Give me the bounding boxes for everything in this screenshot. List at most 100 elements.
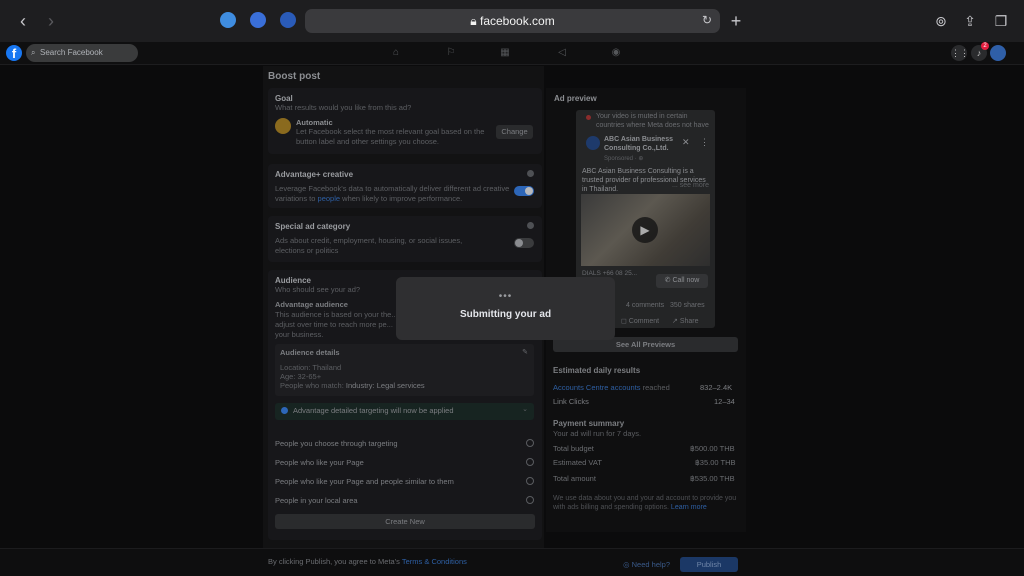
automatic-goal-icon <box>275 118 291 134</box>
comments-count: 4 comments <box>626 302 665 309</box>
page-avatar <box>586 136 600 150</box>
footer-bar: By clicking Publish, you agree to Meta's… <box>0 548 1024 576</box>
lock-icon: 🔒︎ <box>470 14 480 28</box>
edit-icon[interactable]: ✎ <box>522 348 528 356</box>
ad-video[interactable]: ▶ <box>581 194 710 266</box>
special-category-toggle[interactable] <box>514 238 534 248</box>
avatar[interactable] <box>990 45 1006 61</box>
marketplace-icon[interactable]: ◉ <box>609 46 623 60</box>
goal-heading: Goal <box>275 94 293 103</box>
estimates-heading: Estimated daily results <box>553 366 641 375</box>
submitting-text: Submitting your ad <box>459 309 552 320</box>
comment-button[interactable]: ◻ Comment <box>621 317 659 325</box>
moon-extension-icon[interactable] <box>280 12 296 28</box>
home-icon[interactable]: ⌂ <box>389 46 403 60</box>
close-icon[interactable]: ✕ <box>682 137 690 148</box>
flag-icon[interactable]: ⚐ <box>444 46 458 60</box>
reach-suffix: reached <box>642 383 670 392</box>
help-icon: ◎ <box>623 560 632 569</box>
terms-link[interactable]: Terms & Conditions <box>402 557 467 566</box>
megaphone-icon[interactable]: ◁ <box>555 46 569 60</box>
plus-icon[interactable]: + <box>725 10 747 32</box>
people-link[interactable]: people <box>318 194 341 203</box>
back-icon[interactable]: ‹ <box>12 10 34 32</box>
need-help-label: Need help? <box>631 560 671 569</box>
match-value: Industry: Legal services <box>345 381 425 390</box>
need-help-link[interactable]: ◎ Need help? <box>623 560 670 569</box>
clicks-value: 12–34 <box>714 397 735 406</box>
goal-option-title: Automatic <box>296 118 333 127</box>
facebook-topbar: f ⌕ Search Facebook ⌂ ⚐ ▦ ◁ ◉ ⋮⋮ ♪ 2 <box>0 42 1024 65</box>
comment-icon: ◻ <box>621 318 629 325</box>
share-icon[interactable]: ⇪ <box>959 10 981 32</box>
chevron-down-icon: ⌄ <box>522 406 528 413</box>
see-more-link[interactable]: ... see more <box>672 182 709 189</box>
payment-row-value: ฿500.00 THB <box>690 444 735 453</box>
advantage-audience-title: Advantage audience <box>275 300 348 309</box>
audience-radio-1[interactable] <box>526 458 534 466</box>
special-category-desc: Ads about credit, employment, housing, o… <box>275 236 463 255</box>
warning-icon <box>586 115 591 120</box>
advantage-creative-heading: Advantage+ creative <box>275 170 354 179</box>
audience-details-card: Audience details ✎ Location: Thailand Ag… <box>275 344 534 396</box>
payment-row-label: Total amount <box>553 474 596 483</box>
payment-row-label: Estimated VAT <box>553 458 602 467</box>
audience-match: People who match: Industry: Legal servic… <box>280 381 425 391</box>
audience-option-3[interactable]: People in your local area <box>275 496 358 505</box>
audience-details-title: Audience details <box>280 348 340 357</box>
video-icon[interactable]: ▦ <box>498 46 512 60</box>
search-placeholder: Search Facebook <box>40 48 103 57</box>
audience-radio-3[interactable] <box>526 496 534 504</box>
hand-extension-icon[interactable] <box>250 12 266 28</box>
payment-row-label: Total budget <box>553 444 594 453</box>
reload-icon[interactable]: ↻ <box>702 13 712 27</box>
grid-icon[interactable]: ⋮⋮ <box>951 45 969 61</box>
audience-option-0[interactable]: People you choose through targeting <box>275 439 398 448</box>
tabs-icon[interactable]: ❐ <box>990 10 1012 32</box>
goal-section: Goal What results would you like from th… <box>268 88 542 154</box>
change-goal-button[interactable]: Change <box>496 125 533 139</box>
publish-button[interactable]: Publish <box>680 557 738 572</box>
match-label: People who match: <box>280 381 346 390</box>
reach-link[interactable]: Accounts Centre accounts <box>553 383 641 392</box>
goal-subheading: What results would you like from this ad… <box>275 103 412 112</box>
audience-radio-0[interactable] <box>526 439 534 447</box>
more-icon[interactable]: ⋮ <box>700 137 709 148</box>
share-label: Share <box>679 318 699 325</box>
ad-body: ABC Asian Business Consulting is a trust… <box>582 167 710 194</box>
forward-icon[interactable]: › <box>40 10 62 32</box>
advantage-audience-desc: This audience is based on your the... ad… <box>275 310 398 339</box>
download-icon[interactable]: ⊚ <box>930 10 952 32</box>
audience-radio-2[interactable] <box>526 477 534 485</box>
facebook-logo-icon[interactable]: f <box>6 45 22 61</box>
info-icon[interactable] <box>527 170 534 177</box>
terms-text: By clicking Publish, you agree to Meta's… <box>268 557 467 566</box>
disclaimer-text: We use data about you and your ad accoun… <box>553 495 737 511</box>
call-now-button[interactable]: ✆ Call now <box>656 274 708 288</box>
search-input[interactable]: ⌕ Search Facebook <box>26 44 138 62</box>
info-icon[interactable] <box>527 222 534 229</box>
targeting-banner[interactable]: Advantage detailed targeting will now be… <box>275 403 534 420</box>
special-category-heading: Special ad category <box>275 222 351 231</box>
advantage-creative-toggle[interactable] <box>514 186 534 196</box>
play-icon[interactable]: ▶ <box>632 217 658 243</box>
share-button[interactable]: ↗ Share <box>672 317 699 325</box>
shares-count: 350 shares <box>670 302 705 309</box>
compass-extension-icon[interactable] <box>220 12 236 28</box>
ad-body-text: ABC Asian Business Consulting is a trust… <box>582 168 706 193</box>
page-title: Boost post <box>268 71 321 82</box>
audience-option-2[interactable]: People who like your Page and people sim… <box>275 477 454 486</box>
reach-value: 832–2.4K <box>700 383 733 392</box>
bell-icon[interactable]: ♪ 2 <box>971 42 989 61</box>
muted-notice: Your video is muted in certain countries… <box>596 113 709 129</box>
ad-sponsored: Sponsored · ⊕ <box>604 156 644 162</box>
agree-text: By clicking Publish, you agree to Meta's <box>268 557 402 566</box>
audience-option-1[interactable]: People who like your Page <box>275 458 364 467</box>
learn-more-link[interactable]: Learn more <box>671 504 707 511</box>
reach-label[interactable]: Accounts Centre accounts reached <box>553 383 670 392</box>
address-bar[interactable]: 🔒︎ facebook.com ↻ <box>305 9 720 33</box>
ad-page-name: ABC Asian Business Consulting Co.,Ltd. <box>604 136 673 152</box>
call-now-label: Call now <box>672 277 700 284</box>
create-new-button[interactable]: Create New <box>275 514 535 529</box>
info-icon <box>281 407 288 414</box>
